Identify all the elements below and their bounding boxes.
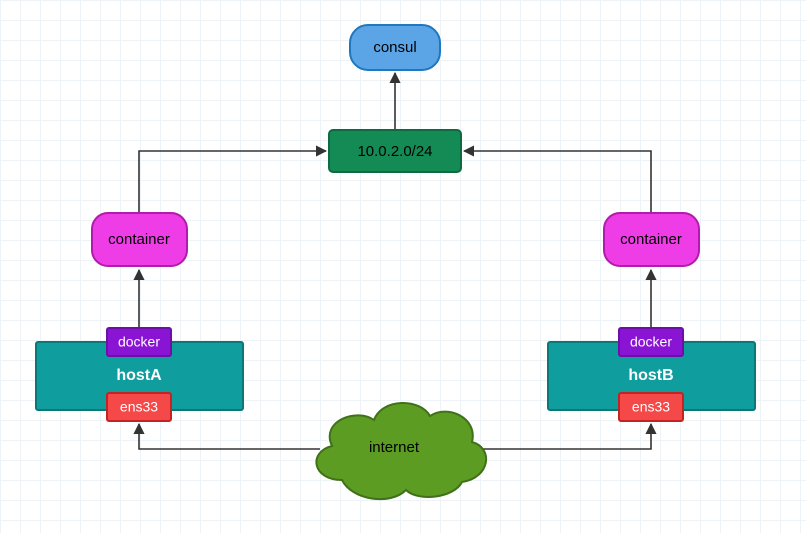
host-a-node: docker hostA ens33 — [36, 328, 243, 421]
host-b-node: docker hostB ens33 — [548, 328, 755, 421]
container-b-label: container — [620, 231, 682, 248]
container-b-node: container — [604, 213, 699, 266]
internet-label: internet — [369, 439, 420, 456]
container-a-label: container — [108, 231, 170, 248]
consul-node: consul — [350, 25, 440, 70]
subnet-label: 10.0.2.0/24 — [357, 143, 432, 160]
host-b-docker-label: docker — [630, 334, 672, 350]
subnet-node: 10.0.2.0/24 — [329, 130, 461, 172]
host-b-ens33-label: ens33 — [632, 399, 670, 415]
internet-node: internet — [316, 403, 486, 499]
host-a-name: hostA — [116, 367, 162, 384]
arrow-internet-to-ens33B — [470, 424, 651, 449]
host-a-docker-label: docker — [118, 334, 160, 350]
arrow-containerA-to-subnet — [139, 151, 326, 213]
arrow-containerB-to-subnet — [464, 151, 651, 213]
consul-label: consul — [373, 39, 416, 56]
arrow-internet-to-ens33A — [139, 424, 320, 449]
host-a-ens33-label: ens33 — [120, 399, 158, 415]
diagram-canvas: consul 10.0.2.0/24 container container d… — [0, 0, 806, 533]
host-b-name: hostB — [628, 367, 673, 384]
container-a-node: container — [92, 213, 187, 266]
